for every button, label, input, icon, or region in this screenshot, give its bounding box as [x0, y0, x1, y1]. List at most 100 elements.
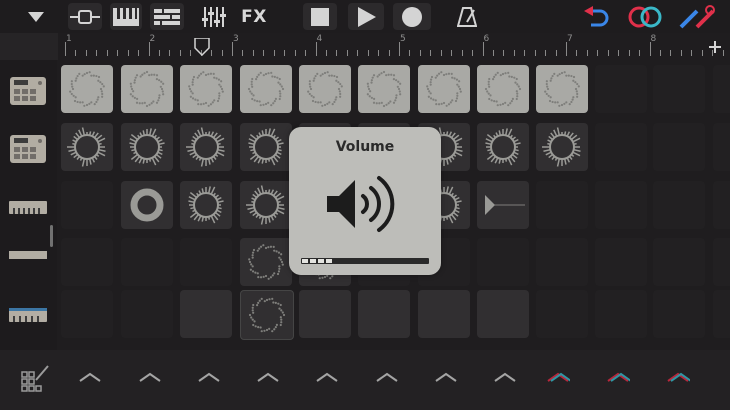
- metronome-icon[interactable]: [452, 3, 482, 30]
- volume-title: Volume: [335, 139, 395, 155]
- play-button[interactable]: [348, 3, 384, 30]
- clip-cell[interactable]: [240, 181, 292, 229]
- menu-triangle-icon[interactable]: [20, 3, 52, 30]
- bar-number: 6: [483, 34, 490, 44]
- mixer-list-icon[interactable]: [150, 3, 184, 30]
- clip-cell[interactable]: [653, 290, 705, 338]
- clip-cell[interactable]: [477, 290, 529, 338]
- clip-cell[interactable]: [477, 123, 529, 171]
- clip-cell[interactable]: [595, 290, 647, 338]
- clip-cell[interactable]: [477, 181, 529, 229]
- ruler-tick: [597, 50, 599, 56]
- clip-cell[interactable]: [595, 238, 647, 286]
- chevron-up-icon[interactable]: [546, 368, 572, 387]
- bar-number: 2: [149, 34, 156, 44]
- clip-cell[interactable]: [653, 181, 705, 229]
- chevron-up-icon[interactable]: [606, 368, 632, 387]
- clip-cell[interactable]: [61, 123, 113, 171]
- playhead-marker[interactable]: [194, 37, 210, 60]
- clip-cell[interactable]: [61, 290, 113, 338]
- timeline-ruler[interactable]: 1 2 3 4 5 6 7 8: [58, 33, 730, 60]
- chevron-up-icon[interactable]: [434, 368, 458, 387]
- clip-cell[interactable]: [477, 238, 529, 286]
- waveform-ring-icon: [484, 71, 522, 107]
- clip-cell[interactable]: [180, 65, 232, 113]
- clip-cell[interactable]: [240, 65, 292, 113]
- volume-segment: [310, 259, 316, 263]
- clip-cell[interactable]: [240, 238, 292, 286]
- clip-cell[interactable]: [121, 65, 173, 113]
- record-button[interactable]: [393, 3, 431, 30]
- clip-cell[interactable]: [713, 290, 730, 338]
- clip-cell[interactable]: [713, 181, 730, 229]
- clip-cell[interactable]: [180, 123, 232, 171]
- ruler-tick: [263, 50, 265, 56]
- clip-cell[interactable]: [240, 290, 294, 340]
- clip-cell[interactable]: [477, 65, 529, 113]
- track-4-keys[interactable]: [5, 240, 51, 270]
- clip-cell[interactable]: [180, 238, 232, 286]
- clip-cell[interactable]: [61, 181, 113, 229]
- clip-cell[interactable]: [536, 123, 588, 171]
- clip-cell[interactable]: [418, 290, 470, 338]
- clip-cell[interactable]: [713, 123, 730, 171]
- clip-cell[interactable]: [536, 181, 588, 229]
- clip-cell[interactable]: [299, 65, 351, 113]
- clip-cell[interactable]: [713, 65, 730, 113]
- stop-button[interactable]: [303, 3, 337, 30]
- add-bar-icon[interactable]: [708, 39, 722, 58]
- clip-cell[interactable]: [121, 238, 173, 286]
- clip-cell[interactable]: [180, 181, 232, 229]
- clip-cell[interactable]: [358, 65, 410, 113]
- clip-cell[interactable]: [536, 290, 588, 338]
- ruler-tick: [232, 42, 233, 56]
- chevron-up-icon[interactable]: [197, 368, 221, 387]
- ruler-tick: [221, 50, 223, 56]
- track-3-keys[interactable]: [5, 184, 51, 230]
- tracks-view-icon[interactable]: [68, 3, 102, 30]
- clip-cell[interactable]: [180, 290, 232, 338]
- clip-cell[interactable]: [121, 123, 173, 171]
- eq-sliders-icon[interactable]: [198, 3, 230, 30]
- ruler-tick: [513, 50, 515, 56]
- clip-cell[interactable]: [61, 65, 113, 113]
- clip-cell[interactable]: [653, 238, 705, 286]
- clip-cell[interactable]: [595, 123, 647, 171]
- track-1-drum-machine[interactable]: [5, 68, 51, 114]
- clip-cell[interactable]: [536, 238, 588, 286]
- ruler-tick: [524, 50, 526, 56]
- chevron-up-icon[interactable]: [493, 368, 517, 387]
- clip-cell[interactable]: [121, 290, 173, 338]
- clip-cell[interactable]: [713, 238, 730, 286]
- loop-icon[interactable]: [626, 3, 664, 30]
- undo-icon[interactable]: [582, 3, 612, 30]
- chevron-up-icon[interactable]: [315, 368, 339, 387]
- clip-cell[interactable]: [653, 123, 705, 171]
- clip-cell[interactable]: [61, 238, 113, 286]
- clip-cell[interactable]: [240, 123, 292, 171]
- chevron-up-icon[interactable]: [666, 368, 692, 387]
- clip-cell[interactable]: [121, 181, 173, 229]
- clip-cell[interactable]: [595, 65, 647, 113]
- keyboard-icon[interactable]: [110, 3, 142, 30]
- clip-cell[interactable]: [536, 65, 588, 113]
- clip-cell[interactable]: [418, 65, 470, 113]
- drum-machine-icon: [10, 135, 46, 163]
- chevron-up-icon[interactable]: [256, 368, 280, 387]
- fx-button[interactable]: FX: [236, 3, 272, 30]
- chevron-up-icon[interactable]: [78, 368, 102, 387]
- grid-edit-icon[interactable]: [20, 362, 50, 396]
- waveform-ring-icon: [479, 292, 527, 336]
- chevron-up-icon[interactable]: [375, 368, 399, 387]
- ruler-tick: [503, 50, 505, 56]
- clip-cell[interactable]: [299, 290, 351, 338]
- waveform-ring-icon: [182, 292, 230, 336]
- track-scrollbar[interactable]: [50, 225, 53, 247]
- clip-cell[interactable]: [595, 181, 647, 229]
- clip-cell[interactable]: [358, 290, 410, 338]
- track-5-keys[interactable]: [5, 292, 51, 338]
- settings-wrench-icon[interactable]: [677, 3, 717, 30]
- clip-cell[interactable]: [653, 65, 705, 113]
- track-2-drum-machine[interactable]: [5, 126, 51, 172]
- chevron-up-icon[interactable]: [138, 368, 162, 387]
